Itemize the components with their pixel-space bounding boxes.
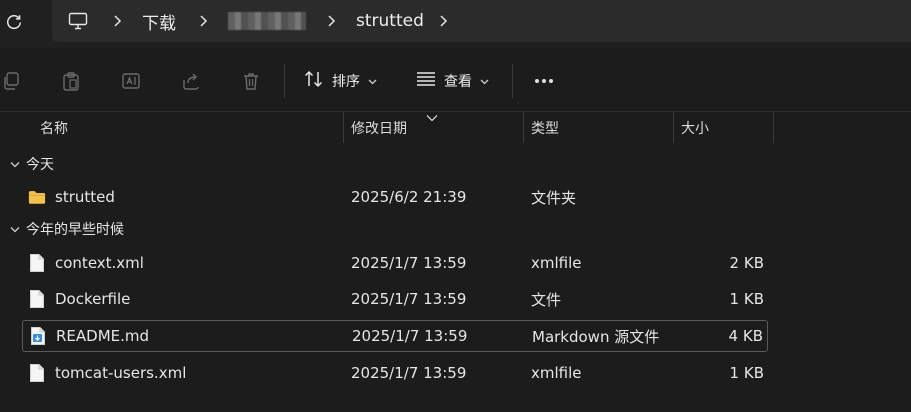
file-name: README.md [56, 327, 150, 345]
group-header-today[interactable]: 今天 [10, 150, 54, 178]
file-size: 1 KB [729, 290, 764, 308]
this-pc-icon[interactable] [68, 0, 88, 42]
file-size: 2 KB [729, 254, 764, 272]
address-box[interactable]: 下载 strutted [52, 0, 911, 42]
command-bar: 排序 查看 [0, 48, 911, 112]
file-size: 1 KB [729, 364, 764, 382]
file-row-focused[interactable]: README.md 2025/1/7 13:59 Markdown 源文件 4 … [22, 320, 768, 352]
chevron-right-icon[interactable] [438, 0, 448, 42]
refresh-icon[interactable] [2, 10, 26, 34]
file-row[interactable]: strutted 2025/6/2 21:39 文件夹 [22, 181, 768, 213]
delete-icon[interactable] [240, 70, 262, 92]
column-header-size[interactable]: 大小 [681, 112, 709, 144]
file-date: 2025/1/7 13:59 [351, 290, 467, 308]
group-label: 今天 [26, 157, 54, 173]
view-button[interactable]: 查看 [416, 64, 489, 98]
file-type: xmlfile [531, 364, 582, 382]
file-icon [28, 363, 46, 383]
chevron-down-icon [10, 156, 20, 172]
chevron-right-icon[interactable] [198, 0, 208, 42]
group-label: 今年的早些时候 [26, 222, 124, 238]
column-divider[interactable] [523, 112, 524, 143]
file-name: context.xml [55, 254, 144, 272]
file-icon [28, 253, 46, 273]
view-label: 查看 [444, 74, 472, 90]
sort-icon [304, 70, 324, 92]
file-date: 2025/6/2 21:39 [351, 188, 467, 206]
chevron-down-icon [368, 73, 377, 89]
column-header-name[interactable]: 名称 [40, 112, 68, 144]
file-row[interactable]: tomcat-users.xml 2025/1/7 13:59 xmlfile … [22, 357, 768, 389]
markdown-file-icon [29, 326, 47, 346]
file-row[interactable]: context.xml 2025/1/7 13:59 xmlfile 2 KB [22, 247, 768, 279]
sort-descending-icon [426, 110, 438, 126]
chevron-down-icon [480, 73, 489, 89]
share-icon[interactable] [180, 70, 202, 92]
file-type: xmlfile [531, 254, 582, 272]
toolbar-divider [512, 64, 513, 98]
chevron-down-icon [10, 221, 20, 237]
file-date: 2025/1/7 13:59 [351, 364, 467, 382]
breadcrumb-redacted[interactable] [228, 12, 306, 30]
toolbar-divider [284, 64, 285, 98]
group-header-earlier-this-year[interactable]: 今年的早些时候 [10, 215, 124, 243]
file-type: Markdown 源文件 [532, 327, 660, 346]
file-date: 2025/1/7 13:59 [352, 327, 468, 345]
file-type: 文件夹 [531, 188, 577, 207]
file-icon [28, 289, 46, 309]
sort-button[interactable]: 排序 [304, 64, 377, 98]
rename-icon[interactable] [120, 70, 142, 92]
sort-label: 排序 [332, 74, 360, 90]
copy-icon[interactable] [0, 70, 22, 92]
column-divider[interactable] [343, 112, 344, 143]
view-icon [416, 71, 436, 91]
breadcrumb-downloads[interactable]: 下载 [142, 0, 176, 42]
column-divider[interactable] [773, 112, 774, 143]
file-row[interactable]: Dockerfile 2025/1/7 13:59 文件 1 KB [22, 283, 768, 315]
file-name: Dockerfile [55, 290, 131, 308]
file-type: 文件 [531, 290, 562, 309]
breadcrumb-strutted[interactable]: strutted [356, 0, 424, 42]
column-divider[interactable] [673, 112, 674, 143]
file-name: strutted [55, 188, 115, 206]
more-options-icon[interactable] [532, 70, 556, 92]
chevron-right-icon[interactable] [326, 0, 336, 42]
file-name: tomcat-users.xml [55, 364, 187, 382]
file-size: 4 KB [728, 327, 763, 345]
address-bar-row: 下载 strutted [0, 0, 911, 48]
column-header-type[interactable]: 类型 [531, 112, 559, 144]
file-date: 2025/1/7 13:59 [351, 254, 467, 272]
chevron-right-icon[interactable] [112, 0, 122, 42]
column-header-date[interactable]: 修改日期 [351, 112, 407, 144]
paste-icon[interactable] [60, 70, 82, 92]
folder-icon [28, 187, 46, 207]
